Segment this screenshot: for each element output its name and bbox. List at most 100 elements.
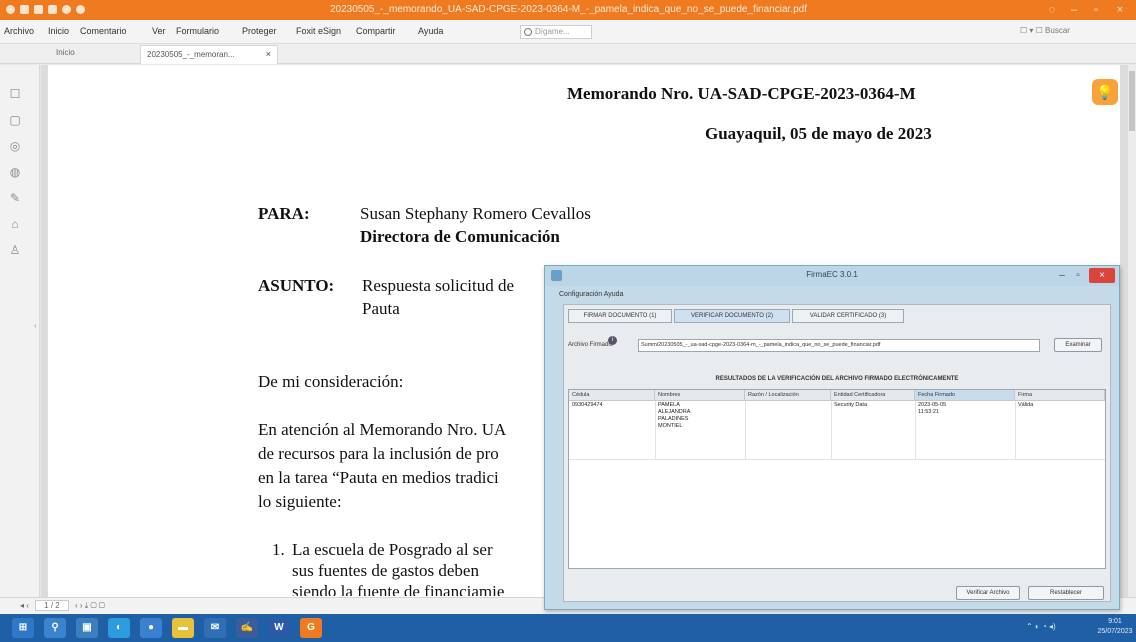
- menu-ayuda[interactable]: Ayuda: [418, 26, 443, 36]
- results-table: Cédula Nombres Razón / Localización Enti…: [568, 389, 1106, 569]
- column-divider: [915, 401, 916, 459]
- dialog-menu[interactable]: Configuración Ayuda: [559, 291, 623, 298]
- ribbon-options[interactable]: ☐ ▾ ☐ Buscar: [1020, 26, 1070, 35]
- security-icon[interactable]: ⌂: [8, 217, 22, 231]
- signed-file-field[interactable]: Summi20230505_-_ua-sad-cpge-2023-0364-m_…: [638, 339, 1040, 352]
- comments-icon[interactable]: ◍: [8, 165, 22, 179]
- search-icon: [524, 28, 532, 36]
- account-icon[interactable]: ◌: [1042, 2, 1062, 18]
- dialog-close-button[interactable]: ×: [1089, 268, 1115, 283]
- tab-home[interactable]: Inicio: [56, 48, 75, 57]
- body-line: En atención al Memorando Nro. UA: [258, 420, 507, 439]
- edge-icon[interactable]: ◐: [108, 618, 130, 638]
- column-header[interactable]: Firma: [1015, 390, 1105, 401]
- body-line: de recursos para la inclusión de pro: [258, 444, 499, 463]
- column-header[interactable]: Fecha Firmado: [915, 390, 1015, 401]
- tab-validar-certificado[interactable]: VALIDAR CERTIFICADO (3): [792, 309, 904, 323]
- table-cell: PAMELA ALEJANDRA PALADINES MONTIEL: [658, 402, 691, 429]
- window-title: 20230505_-_memorando_UA-SAD-CPGE-2023-03…: [330, 4, 810, 15]
- tab-document-label: 20230505_-_memoran...: [147, 50, 235, 59]
- row-divider: [569, 459, 1105, 460]
- page-number-field[interactable]: 1 / 2: [35, 600, 69, 611]
- menu-inicio[interactable]: Inicio: [48, 26, 69, 36]
- nav-icons[interactable]: ‹ › ⤓ ▢ ▢: [75, 601, 105, 610]
- prev-page-icon[interactable]: ◂ ‹: [20, 601, 29, 610]
- collapse-panel-icon[interactable]: ‹: [34, 321, 37, 330]
- page-thumbnails-icon[interactable]: ▢: [8, 113, 22, 127]
- column-header[interactable]: Razón / Localización: [745, 390, 831, 401]
- maximize-button[interactable]: ▫: [1086, 2, 1106, 18]
- dialog-title: FirmaEC 3.0.1: [806, 270, 858, 279]
- document-tab-row: Inicio 20230505_-_memoran... ×: [0, 44, 1136, 64]
- search-input[interactable]: Dígame...: [520, 25, 592, 39]
- menu-bar: Archivo Inicio Comentario Ver Formulario…: [0, 20, 1136, 44]
- tab-firmar-documento[interactable]: FIRMAR DOCUMENTO (1): [568, 309, 672, 323]
- clock-date: 25/07/2023: [1097, 628, 1133, 635]
- tab-document[interactable]: 20230505_-_memoran... ×: [140, 45, 278, 64]
- mail-icon[interactable]: ✉: [204, 618, 226, 638]
- undo-icon[interactable]: [62, 5, 71, 14]
- chrome-icon[interactable]: ●: [140, 618, 162, 638]
- open-icon[interactable]: [20, 5, 29, 14]
- signature-icon[interactable]: ♙: [8, 243, 22, 257]
- firmaec-dialog: FirmaEC 3.0.1 – ▫ × Configuración Ayuda …: [544, 265, 1120, 610]
- para-label: PARA:: [258, 204, 310, 223]
- word-icon[interactable]: W: [268, 618, 290, 638]
- table-cell: Válida: [1018, 402, 1034, 408]
- attachment-icon[interactable]: ✎: [8, 191, 22, 205]
- scroll-thumb[interactable]: [1129, 71, 1135, 131]
- close-tab-icon[interactable]: ×: [266, 49, 271, 59]
- tab-verificar-documento[interactable]: VERIFICAR DOCUMENTO (2): [674, 309, 790, 323]
- body-line: en la tarea “Pauta en medios tradici: [258, 468, 499, 487]
- search-app-icon[interactable]: ⚲: [44, 618, 66, 638]
- menu-esign[interactable]: Foxit eSign: [296, 26, 341, 36]
- list-line: sus fuentes de gastos deben: [292, 561, 479, 580]
- greeting: De mi consideración:: [258, 372, 404, 391]
- column-header[interactable]: Cédula: [569, 390, 655, 401]
- bookmark-icon[interactable]: ☐: [8, 87, 22, 101]
- minimize-button[interactable]: –: [1064, 2, 1084, 18]
- file-label: Archivo Firmado:: [568, 342, 614, 348]
- asunto-line-2: Pauta: [362, 299, 400, 318]
- column-divider: [745, 401, 746, 459]
- table-cell: 0930429474: [572, 402, 603, 408]
- verify-file-button[interactable]: Verificar Archivo: [956, 586, 1020, 600]
- close-button[interactable]: ×: [1110, 2, 1130, 18]
- list-number: 1.: [272, 540, 285, 559]
- redo-icon[interactable]: [76, 5, 85, 14]
- column-header[interactable]: Nombres: [655, 390, 745, 401]
- menu-archivo[interactable]: Archivo: [4, 26, 34, 36]
- taskview-icon[interactable]: ▣: [76, 618, 98, 638]
- tips-button[interactable]: 💡: [1092, 79, 1118, 105]
- vertical-scrollbar[interactable]: [1128, 65, 1136, 597]
- print-icon[interactable]: [48, 5, 57, 14]
- save-icon[interactable]: [34, 5, 43, 14]
- column-divider: [1015, 401, 1016, 459]
- examinar-button[interactable]: Examinar: [1054, 338, 1102, 352]
- clock[interactable]: 9:01 25/07/2023: [1096, 617, 1134, 637]
- dialog-minimize-button[interactable]: –: [1055, 268, 1069, 283]
- dialog-body: FIRMAR DOCUMENTO (1) VERIFICAR DOCUMENTO…: [563, 304, 1111, 602]
- layers-icon[interactable]: ◎: [8, 139, 22, 153]
- navigation-panel: ☐ ▢ ◎ ◍ ✎ ⌂ ♙ ‹: [0, 65, 40, 597]
- menu-compartir[interactable]: Compartir: [356, 26, 396, 36]
- body-line: lo siguiente:: [258, 492, 342, 511]
- taskbar: ⊞ ⚲ ▣ ◐ ● ▬ ✉ ✍ W G ⌃ ◐ ◔ ◂) 9:01 25/07/…: [0, 614, 1136, 642]
- start-button[interactable]: ⊞: [12, 618, 34, 638]
- menu-comentario[interactable]: Comentario: [80, 26, 127, 36]
- asunto-label: ASUNTO:: [258, 276, 335, 295]
- file-explorer-icon[interactable]: ▬: [172, 618, 194, 638]
- asunto-line-1: Respuesta solicitud de: [362, 276, 515, 295]
- clock-time: 9:01: [1108, 618, 1122, 625]
- dialog-maximize-button[interactable]: ▫: [1071, 268, 1085, 283]
- tray-icons[interactable]: ⌃ ◐ ◔ ◂): [1026, 622, 1056, 631]
- column-divider: [831, 401, 832, 459]
- foxit-taskbar-icon[interactable]: G: [300, 618, 322, 638]
- menu-ver[interactable]: Ver: [152, 26, 166, 36]
- menu-formulario[interactable]: Formulario: [176, 26, 219, 36]
- column-header[interactable]: Entidad Certificadora: [831, 390, 915, 401]
- memo-number: Memorando Nro. UA-SAD-CPGE-2023-0364-M: [567, 84, 916, 103]
- menu-proteger[interactable]: Proteger: [242, 26, 277, 36]
- reset-button[interactable]: Restablecer: [1028, 586, 1104, 600]
- firmaec-taskbar-icon[interactable]: ✍: [236, 618, 258, 638]
